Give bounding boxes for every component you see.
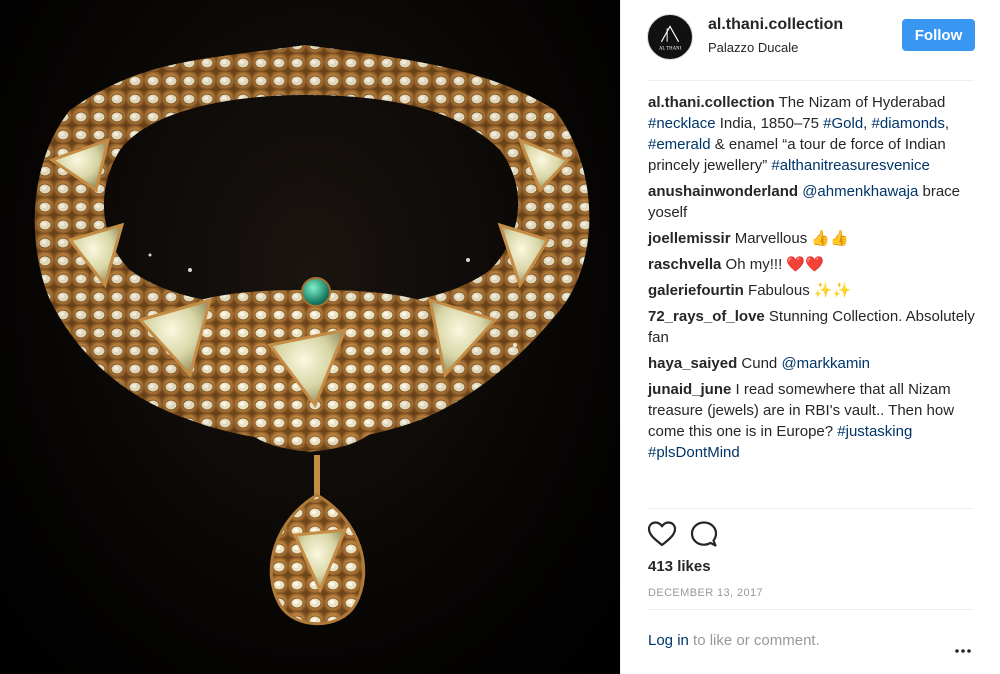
list-item: joellemissir Marvellous 👍👍 [648,228,978,249]
comment-username[interactable]: 72_rays_of_love [648,308,765,325]
header-location[interactable]: Palazzo Ducale [708,40,798,55]
comment-text: Marvellous 👍👍 [730,230,849,247]
login-link[interactable]: Log in [648,632,689,649]
comment-text: Fabulous ✨✨ [743,282,852,299]
mention-link[interactable]: @ahmenkhawaja [802,183,918,200]
hashtag-link[interactable]: #necklace [648,115,716,132]
hashtag-link[interactable]: #justasking [837,423,912,440]
hashtag-link[interactable]: #Gold [823,115,863,132]
hashtag-link[interactable]: #diamonds [872,115,945,132]
post-header: AL THANI al.thani.collection Palazzo Duc… [621,0,1000,80]
post-details-panel: AL THANI al.thani.collection Palazzo Duc… [620,0,1000,674]
list-item: 72_rays_of_love Stunning Collection. Abs… [648,306,978,348]
caption: al.thani.collection The Nizam of Hyderab… [648,94,950,174]
svg-text:AL THANI: AL THANI [659,46,682,51]
comment-username[interactable]: anushainwonderland [648,183,798,200]
comment-username[interactable]: al.thani.collection [648,94,775,111]
list-item: galeriefourtin Fabulous ✨✨ [648,280,978,301]
divider [647,609,974,610]
header-username[interactable]: al.thani.collection [708,16,843,34]
comment-username[interactable]: haya_saiyed [648,355,737,372]
comment-username[interactable]: galeriefourtin [648,282,744,299]
avatar[interactable]: AL THANI [647,14,693,60]
necklace-image [34,45,590,626]
comments-list: al.thani.collection The Nizam of Hyderab… [648,92,978,468]
list-item: haya_saiyed Cund @markkamin [648,353,978,374]
divider [647,80,974,81]
more-options-icon[interactable] [955,640,971,658]
login-prompt: Log in to like or comment. [648,632,820,649]
comment-text: Cund [737,355,782,372]
comment-username[interactable]: raschvella [648,256,721,273]
likes-count[interactable]: 413 likes [648,558,711,575]
post-photo[interactable] [0,0,620,674]
hashtag-link[interactable]: #althanitreasuresvenice [771,157,929,174]
list-item: raschvella Oh my!!! ❤️❤️ [648,254,978,275]
heart-icon[interactable] [647,520,677,553]
hashtag-link[interactable]: #plsDontMind [648,444,740,461]
comment-username[interactable]: junaid_june [648,381,731,398]
comment-username[interactable]: joellemissir [648,230,731,247]
list-item: junaid_june I read somewhere that all Ni… [648,379,978,463]
brand-logo-icon: AL THANI [659,25,682,51]
hashtag-link[interactable]: #emerald [648,136,711,153]
list-item: anushainwonderland @ahmenkhawaja brace y… [648,181,978,223]
comment-text: Oh my!!! ❤️❤️ [721,256,824,273]
divider [647,508,974,509]
post-date: DECEMBER 13, 2017 [648,587,764,599]
comment-bubble-icon[interactable] [689,520,719,553]
mention-link[interactable]: @markkamin [781,355,870,372]
follow-button[interactable]: Follow [902,19,975,51]
